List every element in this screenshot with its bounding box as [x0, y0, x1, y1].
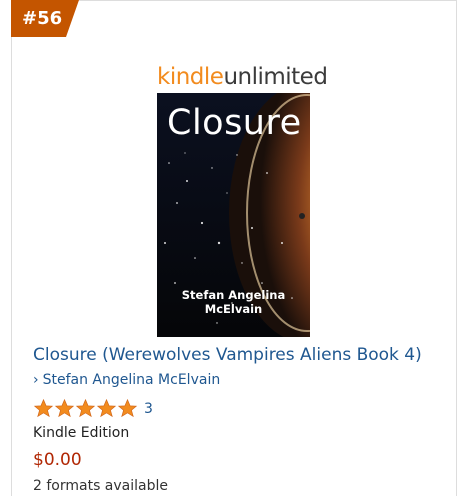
star-rating[interactable]: [33, 398, 138, 419]
rank-badge: #56: [11, 0, 79, 37]
author-name: Stefan Angelina McElvain: [42, 372, 221, 388]
kindle-unlimited-logo: kindleunlimited: [157, 64, 328, 90]
product-title-link[interactable]: Closure (Werewolves Vampires Aliens Book…: [33, 345, 422, 365]
format-label: Kindle Edition: [33, 425, 130, 441]
author-link[interactable]: › Stefan Angelina McElvain: [33, 372, 220, 388]
star-icon: [54, 398, 75, 418]
unlimited-logo-text: unlimited: [223, 64, 328, 90]
cover-author: Stefan Angelina McElvain: [181, 288, 286, 316]
star-icon: [75, 398, 96, 418]
cover-title: Closure: [167, 103, 302, 143]
kindle-logo-text: kindle: [157, 64, 224, 90]
formats-available: 2 formats available: [33, 478, 169, 494]
star-icon: [96, 398, 117, 418]
rating-count-link[interactable]: 3: [144, 401, 153, 417]
price: $0.00: [33, 450, 82, 470]
chevron-right-icon: ›: [33, 372, 39, 388]
book-cover-image[interactable]: Closure Stefan Angelina McElvain: [157, 93, 310, 337]
star-icon: [117, 398, 138, 418]
star-icon: [33, 398, 54, 418]
rank-label: #56: [22, 8, 63, 29]
